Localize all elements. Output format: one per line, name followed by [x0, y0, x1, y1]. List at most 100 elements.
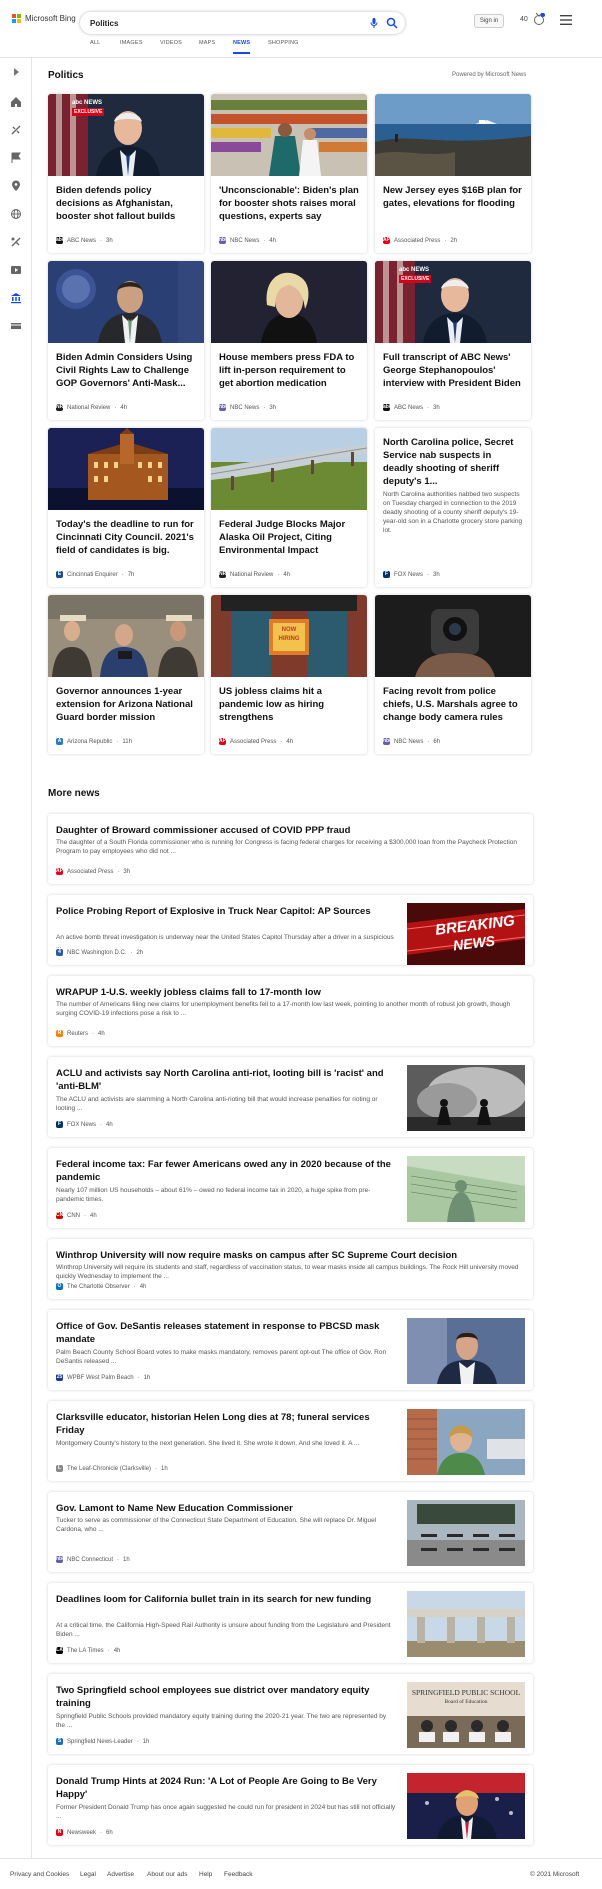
news-card-title[interactable]: Biden defends policy decisions as Afghan… — [56, 184, 196, 223]
news-card-image[interactable] — [375, 595, 531, 677]
more-news-thumbnail[interactable] — [407, 1591, 525, 1657]
more-news-item[interactable]: WRAPUP 1-U.S. weekly jobless claims fall… — [48, 976, 533, 1046]
tab-news[interactable]: NEWS — [233, 40, 251, 54]
home-icon[interactable] — [10, 96, 22, 108]
more-news-source: N Newsweek · 6h — [56, 1829, 113, 1836]
more-news-title-link[interactable]: Gov. Lamont to Name New Education Commis… — [56, 1502, 396, 1515]
bing-logo[interactable]: Microsoft Bing — [12, 14, 76, 23]
news-card[interactable]: House members press FDA to lift in-perso… — [211, 261, 367, 420]
tab-shopping[interactable]: SHOPPING — [268, 40, 299, 54]
more-news-title-link[interactable]: WRAPUP 1-U.S. weekly jobless claims fall… — [56, 986, 521, 999]
footer-link-about-ads[interactable]: About our ads — [147, 1871, 187, 1878]
more-news-title-link[interactable]: ACLU and activists say North Carolina an… — [56, 1067, 396, 1093]
rewards-medal-icon[interactable] — [532, 12, 546, 26]
entertainment-icon[interactable] — [10, 264, 22, 276]
more-news-title-link[interactable]: Deadlines loom for California bullet tra… — [56, 1593, 396, 1606]
footer-link-feedback[interactable]: Feedback — [224, 1871, 253, 1878]
news-card-image[interactable] — [48, 428, 204, 510]
footer-link-legal[interactable]: Legal — [80, 1871, 96, 1878]
flag-icon[interactable] — [10, 152, 22, 164]
news-card-title[interactable]: Governor announces 1-year extension for … — [56, 685, 196, 724]
more-news-item[interactable]: Winthrop University will now require mas… — [48, 1239, 533, 1299]
sports-icon[interactable] — [10, 124, 22, 136]
news-card[interactable]: NOW HIRING US jobless claims hit a pandemi… — [211, 595, 367, 754]
news-card-title[interactable]: US jobless claims hit a pandemic low as … — [219, 685, 359, 724]
more-news-thumbnail[interactable] — [407, 1156, 525, 1222]
news-card-image[interactable]: abc NEWS EXCLUSIVE — [375, 261, 531, 343]
tab-images[interactable]: IMAGES — [120, 40, 143, 54]
more-news-thumbnail[interactable] — [407, 1500, 525, 1566]
footer-link-help[interactable]: Help — [199, 1871, 212, 1878]
more-news-title-link[interactable]: Police Probing Report of Explosive in Tr… — [56, 905, 396, 918]
more-news-title-link[interactable]: Winthrop University will now require mas… — [56, 1249, 521, 1262]
more-news-title-link[interactable]: Office of Gov. DeSantis releases stateme… — [56, 1320, 396, 1346]
more-news-thumbnail[interactable]: SPRINGFIELD PUBLIC SCHOOL Board of Educat… — [407, 1682, 525, 1748]
news-card-title[interactable]: North Carolina police, Secret Service na… — [383, 436, 523, 488]
more-news-item[interactable]: Clarksville educator, historian Helen Lo… — [48, 1401, 533, 1481]
news-card-title[interactable]: Federal Judge Blocks Major Alaska Oil Pr… — [219, 518, 359, 557]
more-news-title-link[interactable]: Daughter of Broward commissioner accused… — [56, 824, 521, 837]
news-card-image[interactable] — [211, 94, 367, 176]
more-news-item[interactable]: Donald Trump Hints at 2024 Run: 'A Lot o… — [48, 1765, 533, 1845]
news-card-source: A Arizona Republic · 11h — [56, 738, 132, 745]
news-card-title[interactable]: New Jersey eyes $16B plan for gates, ele… — [383, 184, 523, 210]
more-news-title-link[interactable]: Donald Trump Hints at 2024 Run: 'A Lot o… — [56, 1775, 396, 1801]
news-card[interactable]: Biden Admin Considers Using Civil Rights… — [48, 261, 204, 420]
more-news-item[interactable]: Two Springfield school employees sue dis… — [48, 1674, 533, 1754]
search-icon[interactable] — [386, 17, 398, 29]
microphone-icon[interactable] — [368, 17, 380, 29]
globe-icon[interactable] — [10, 208, 22, 220]
news-card-title[interactable]: House members press FDA to lift in-perso… — [219, 351, 359, 390]
news-card[interactable]: Facing revolt from police chiefs, U.S. M… — [375, 595, 531, 754]
more-news-item[interactable]: Federal income tax: Far fewer Americans … — [48, 1148, 533, 1228]
politics-icon[interactable] — [10, 292, 22, 304]
more-news-item[interactable]: Gov. Lamont to Name New Education Commis… — [48, 1492, 533, 1572]
news-card-title[interactable]: 'Unconscionable': Biden's plan for boost… — [219, 184, 359, 223]
news-card[interactable]: New Jersey eyes $16B plan for gates, ele… — [375, 94, 531, 253]
more-news-title-link[interactable]: Federal income tax: Far fewer Americans … — [56, 1158, 396, 1184]
news-card-image[interactable] — [48, 261, 204, 343]
news-card[interactable]: abc NEWS EXCLUSIVE Biden defends policy de… — [48, 94, 204, 253]
more-news-item[interactable]: Police Probing Report of Explosive in Tr… — [48, 895, 533, 965]
microsoft-logo-icon — [12, 14, 21, 23]
more-news-title-link[interactable]: Clarksville educator, historian Helen Lo… — [56, 1411, 396, 1437]
news-card[interactable]: Governor announces 1-year extension for … — [48, 595, 204, 754]
more-news-item[interactable]: Deadlines loom for California bullet tra… — [48, 1583, 533, 1663]
news-card[interactable]: Today's the deadline to run for Cincinna… — [48, 428, 204, 587]
news-card-title[interactable]: Today's the deadline to run for Cincinna… — [56, 518, 196, 557]
news-card-title[interactable]: Full transcript of ABC News' George Step… — [383, 351, 523, 390]
news-card-title[interactable]: Biden Admin Considers Using Civil Rights… — [56, 351, 196, 390]
money-icon[interactable] — [10, 320, 22, 332]
news-card-image[interactable] — [211, 428, 367, 510]
news-card[interactable]: abc NEWS EXCLUSIVE Full transcript of ABC … — [375, 261, 531, 420]
news-card-title[interactable]: Facing revolt from police chiefs, U.S. M… — [383, 685, 523, 724]
news-card-image[interactable]: abc NEWS EXCLUSIVE — [48, 94, 204, 176]
news-card-image[interactable] — [48, 595, 204, 677]
science-icon[interactable] — [10, 236, 22, 248]
tab-all[interactable]: ALL — [90, 40, 100, 54]
news-card-image[interactable] — [211, 261, 367, 343]
news-card[interactable]: North Carolina police, Secret Service na… — [375, 428, 531, 587]
search-input[interactable] — [90, 15, 330, 31]
news-card[interactable]: 'Unconscionable': Biden's plan for boost… — [211, 94, 367, 253]
tab-videos[interactable]: VIDEOS — [160, 40, 182, 54]
more-news-thumbnail[interactable] — [407, 1773, 525, 1839]
sign-in-button[interactable]: Sign in — [474, 14, 504, 28]
menu-icon[interactable] — [560, 15, 572, 25]
more-news-thumbnail[interactable] — [407, 1065, 525, 1131]
more-news-thumbnail[interactable] — [407, 1409, 525, 1475]
more-news-item[interactable]: Daughter of Broward commissioner accused… — [48, 814, 533, 884]
footer-link-advertise[interactable]: Advertise — [107, 1871, 134, 1878]
footer-link-privacy[interactable]: Privacy and Cookies — [10, 1871, 69, 1878]
tab-maps[interactable]: MAPS — [199, 40, 215, 54]
more-news-item[interactable]: Office of Gov. DeSantis releases stateme… — [48, 1310, 533, 1390]
more-news-item[interactable]: ACLU and activists say North Carolina an… — [48, 1057, 533, 1137]
location-icon[interactable] — [10, 180, 22, 192]
more-news-thumbnail[interactable]: BREAKING NEWS — [407, 903, 525, 965]
more-news-title-link[interactable]: Two Springfield school employees sue dis… — [56, 1684, 396, 1710]
more-news-thumbnail[interactable] — [407, 1318, 525, 1384]
news-card-image[interactable]: NOW HIRING — [211, 595, 367, 677]
news-card-image[interactable] — [375, 94, 531, 176]
expand-icon[interactable] — [10, 66, 22, 78]
news-card[interactable]: Federal Judge Blocks Major Alaska Oil Pr… — [211, 428, 367, 587]
